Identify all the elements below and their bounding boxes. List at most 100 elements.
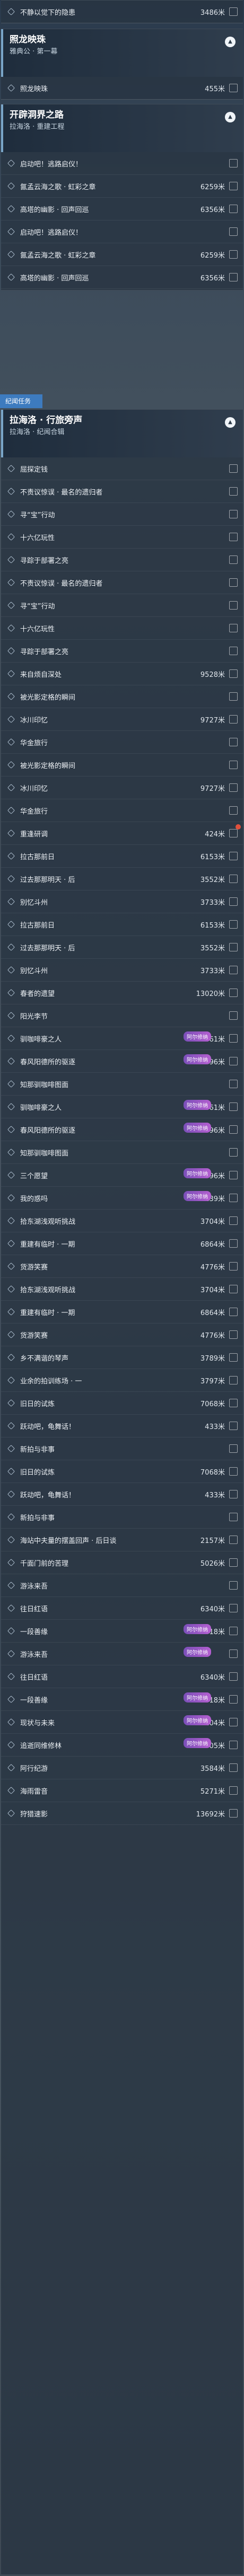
quest-step-row[interactable]: 驯咖啡豪之人 3661米 阿尔修纳	[1, 1027, 243, 1050]
quest-step-row[interactable]: 寻“宝”行动	[1, 594, 243, 617]
quest-step-row[interactable]: 过去那那明天 · 后 3552米	[1, 936, 243, 959]
quest-step-row[interactable]: 阳光李节	[1, 1004, 243, 1027]
step-checkbox[interactable]	[229, 1171, 238, 1179]
quest-step-row[interactable]: 屈探定钱	[1, 457, 243, 480]
quest-step-row[interactable]: 一段善缘13018米阿尔修纳	[1, 1688, 243, 1711]
step-checkbox[interactable]	[229, 647, 238, 655]
collapse-toggle-icon[interactable]: ▲	[225, 417, 236, 428]
quest-step-row[interactable]: 不静以觉下的隐患 3486米	[1, 1, 243, 23]
quest-step-row[interactable]: 来自烦自深处 9528米	[1, 663, 243, 685]
quest-step-row[interactable]: 新拍与非事	[1, 1506, 243, 1529]
quest-step-row[interactable]: 旧日的试炼 7068米	[1, 1460, 243, 1483]
step-checkbox[interactable]	[229, 1649, 238, 1658]
step-checkbox[interactable]	[229, 624, 238, 632]
step-checkbox[interactable]	[229, 1102, 238, 1111]
step-checkbox[interactable]	[229, 1011, 238, 1020]
quest-step-row[interactable]: 高塔的幽影 · 回声回巡 6356米	[1, 198, 243, 220]
step-checkbox[interactable]	[229, 783, 238, 792]
quest-step-row[interactable]: 现状与未来 5104米 阿尔修纳	[1, 1711, 243, 1734]
quest-step-row[interactable]: 被光影定格的瞬间	[1, 754, 243, 777]
step-checkbox[interactable]	[229, 601, 238, 610]
step-checkbox[interactable]	[229, 1763, 238, 1772]
step-checkbox[interactable]	[229, 1695, 238, 1704]
step-checkbox[interactable]	[229, 1672, 238, 1681]
step-checkbox[interactable]	[229, 1422, 238, 1430]
quest-step-row[interactable]: 氤孟云海之歌 · 虹彩之章 6259米	[1, 175, 243, 198]
quest-step-row[interactable]: 知那驯咖啡图面	[1, 1141, 243, 1164]
quest-step-row[interactable]: 业余的拍训练场 · 一 3797米	[1, 1369, 243, 1392]
step-checkbox[interactable]	[229, 761, 238, 769]
quest-step-row[interactable]: 寻“宝”行动	[1, 503, 243, 526]
quest-step-row[interactable]: 游泳来吾	[1, 1574, 243, 1597]
step-checkbox[interactable]	[229, 1034, 238, 1043]
quest-step-row[interactable]: 知那驯咖啡图面	[1, 1073, 243, 1096]
step-checkbox[interactable]	[229, 806, 238, 815]
quest-step-row[interactable]: 启动吧！逃路启仪！	[1, 220, 243, 243]
step-checkbox[interactable]	[229, 1558, 238, 1567]
step-checkbox[interactable]	[229, 182, 238, 190]
quest-step-row[interactable]: 游泳来吾 阿尔修纳	[1, 1643, 243, 1665]
quest-step-row[interactable]: 我的惑吗13139米阿尔修纳	[1, 1187, 243, 1210]
quest-step-row[interactable]: 货游笑赛 4776米	[1, 1255, 243, 1278]
quest-step-row[interactable]: 拉古那前日 6153米	[1, 913, 243, 936]
quest-step-row[interactable]: 华金旅行	[1, 731, 243, 754]
step-checkbox[interactable]	[229, 829, 238, 837]
quest-step-row[interactable]: 驯咖啡豪之人 3661米 阿尔修纳	[1, 1096, 243, 1118]
step-checkbox[interactable]	[229, 487, 238, 496]
quest-step-row[interactable]: 十六亿玩性	[1, 617, 243, 640]
step-checkbox[interactable]	[229, 738, 238, 746]
step-checkbox[interactable]	[229, 875, 238, 883]
step-checkbox[interactable]	[229, 715, 238, 724]
step-checkbox[interactable]	[229, 1399, 238, 1407]
quest-step-row[interactable]: 阿行纪游 3584米	[1, 1757, 243, 1779]
quest-step-row[interactable]: 跃动吧，龟舞话！ 433米	[1, 1415, 243, 1437]
step-checkbox[interactable]	[229, 1627, 238, 1635]
step-checkbox[interactable]	[229, 1718, 238, 1726]
quest-step-row[interactable]: 春者的遗望 13020米	[1, 982, 243, 1004]
step-checkbox[interactable]	[229, 669, 238, 678]
quest-step-row[interactable]: 拾东湖浅观听挑战 3704米	[1, 1278, 243, 1301]
step-checkbox[interactable]	[229, 1057, 238, 1065]
step-checkbox[interactable]	[229, 692, 238, 701]
step-checkbox[interactable]	[229, 897, 238, 906]
step-checkbox[interactable]	[229, 989, 238, 997]
step-checkbox[interactable]	[229, 1741, 238, 1749]
quest-step-row[interactable]: 重建有临时 · 一期 6864米	[1, 1301, 243, 1324]
quest-step-row[interactable]: 一段善缘13018米阿尔修纳	[1, 1620, 243, 1643]
quest-step-row[interactable]: 华金旅行	[1, 799, 243, 822]
quest-step-row[interactable]: 照龙映珠 455米	[1, 77, 243, 100]
quest-step-row[interactable]: 过去那那明天 · 后 3552米	[1, 868, 243, 890]
step-checkbox[interactable]	[229, 1353, 238, 1362]
quest-step-row[interactable]: 往日红语 6340米	[1, 1597, 243, 1620]
step-checkbox[interactable]	[229, 1330, 238, 1339]
step-checkbox[interactable]	[229, 1262, 238, 1271]
step-checkbox[interactable]	[229, 1467, 238, 1476]
step-checkbox[interactable]	[229, 943, 238, 951]
step-checkbox[interactable]	[229, 966, 238, 974]
quest-step-row[interactable]: 别忆斗州 3733米	[1, 959, 243, 982]
quest-step-row[interactable]: 不责议惊误 · 最名的遗归者	[1, 480, 243, 503]
quest-header[interactable]: 开辟洞界之路 拉海洛 · 重建工程 ▲	[1, 104, 243, 152]
quest-step-row[interactable]: 跃动吧，龟舞话！ 433米	[1, 1483, 243, 1506]
step-checkbox[interactable]	[229, 84, 238, 92]
quest-step-row[interactable]: 氤孟云海之歌 · 虹彩之章 6259米	[1, 243, 243, 266]
step-checkbox[interactable]	[229, 227, 238, 236]
collapse-toggle-icon[interactable]: ▲	[225, 112, 236, 122]
step-checkbox[interactable]	[229, 273, 238, 281]
quest-step-row[interactable]: 货游笑赛 4776米	[1, 1324, 243, 1346]
quest-step-row[interactable]: 重建有临时 · 一期 6864米	[1, 1232, 243, 1255]
step-checkbox[interactable]	[229, 920, 238, 929]
step-checkbox[interactable]	[229, 1080, 238, 1088]
step-checkbox[interactable]	[229, 1194, 238, 1202]
quest-step-row[interactable]: 往日红语 6340米	[1, 1665, 243, 1688]
quest-step-row[interactable]: 春风阳德所的驱逐12996米阿尔修纳	[1, 1050, 243, 1073]
quest-step-row[interactable]: 启动吧！逃路启仪！	[1, 152, 243, 175]
step-checkbox[interactable]	[229, 7, 238, 16]
step-checkbox[interactable]	[229, 555, 238, 564]
quest-step-row[interactable]: 三个愿望12996米阿尔修纳	[1, 1164, 243, 1187]
step-checkbox[interactable]	[229, 1444, 238, 1453]
quest-step-row[interactable]: 被光影定格的瞬间	[1, 685, 243, 708]
step-checkbox[interactable]	[229, 510, 238, 518]
quest-step-row[interactable]: 寻踪于部署之亮	[1, 640, 243, 663]
step-checkbox[interactable]	[229, 1786, 238, 1795]
